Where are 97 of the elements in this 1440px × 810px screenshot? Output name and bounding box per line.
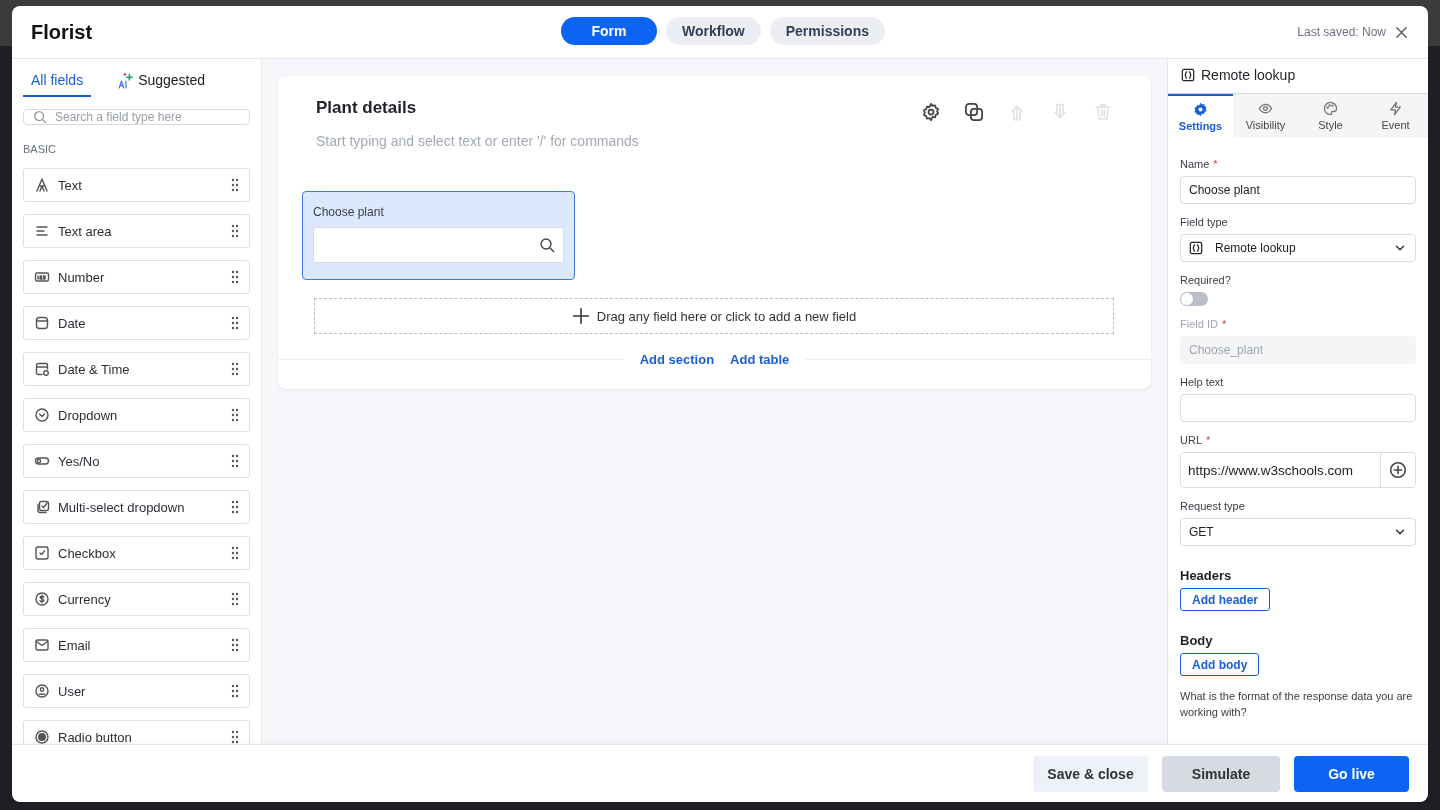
settings-icon bbox=[921, 102, 941, 122]
field-type-label: Dropdown bbox=[58, 407, 119, 423]
property-tab[interactable]: Event bbox=[1363, 94, 1428, 138]
close-icon bbox=[1394, 24, 1409, 40]
field-type-label: Checkbox bbox=[58, 545, 117, 561]
field-type-item[interactable]: Currency bbox=[23, 582, 250, 616]
field-type-label: Email bbox=[58, 637, 92, 653]
field-label: Choose plant bbox=[313, 205, 385, 219]
stacked-checkbox-icon bbox=[34, 499, 50, 515]
app-title: Florist bbox=[31, 20, 93, 44]
field-type-item[interactable]: Yes/No bbox=[23, 444, 250, 478]
envelope-icon bbox=[34, 637, 50, 653]
property-label: Request type bbox=[1180, 500, 1246, 512]
panel-title: Remote lookup bbox=[1201, 67, 1296, 83]
go-live-button[interactable]: Go live bbox=[1294, 755, 1409, 792]
required-toggle[interactable] bbox=[1180, 292, 1208, 306]
plus-icon bbox=[571, 307, 590, 325]
drop-zone[interactable]: Drag any field here or click to add a new field bbox=[314, 298, 1114, 334]
headers-heading: Headers bbox=[1180, 568, 1233, 583]
add-url-button[interactable] bbox=[1380, 453, 1415, 487]
field-type-label: Date & Time bbox=[58, 361, 131, 377]
sparkle-icon bbox=[117, 71, 136, 89]
field-type-item[interactable]: Dropdown bbox=[23, 398, 250, 432]
field-type-label: Yes/No bbox=[58, 453, 101, 469]
field-type-item[interactable]: Radio button bbox=[23, 720, 250, 744]
checkbox-icon bbox=[34, 545, 50, 561]
property-label: Help text bbox=[1180, 376, 1225, 388]
add-header-button[interactable]: Add header bbox=[1180, 588, 1270, 611]
property-label: Required? bbox=[1180, 274, 1232, 286]
add-link[interactable]: Add section bbox=[639, 352, 715, 367]
braces-icon bbox=[1181, 68, 1195, 82]
form-field-card[interactable]: Choose plant bbox=[302, 191, 575, 280]
section-title: Plant details bbox=[316, 98, 418, 118]
view-tab[interactable]: Permissions bbox=[769, 17, 885, 45]
user-circle-icon bbox=[34, 683, 50, 699]
last-saved-text: Last saved: Now bbox=[1297, 25, 1386, 39]
field-type-item[interactable]: Text area bbox=[23, 214, 250, 248]
radio-icon bbox=[34, 729, 50, 744]
lightning-icon bbox=[1388, 101, 1403, 116]
body-heading: Body bbox=[1180, 633, 1214, 648]
field-type-select[interactable]: Remote lookup bbox=[1180, 234, 1416, 262]
search-icon bbox=[539, 237, 555, 253]
property-label: Name * bbox=[1180, 158, 1219, 170]
property-label: URL * bbox=[1180, 434, 1212, 446]
field-type-item[interactable]: Email bbox=[23, 628, 250, 662]
number-icon bbox=[34, 269, 50, 285]
section-label: BASIC bbox=[23, 143, 57, 155]
drop-zone-text: Drag any field here or click to add a new field bbox=[596, 308, 857, 324]
braces-icon bbox=[1189, 241, 1203, 255]
field-type-item[interactable]: Checkbox bbox=[23, 536, 250, 570]
property-tab[interactable]: Style bbox=[1298, 94, 1363, 138]
field-type-label: Text bbox=[58, 177, 83, 193]
name-input[interactable]: Choose plant bbox=[1180, 176, 1416, 204]
field-type-label: Currency bbox=[58, 591, 112, 607]
lookup-input[interactable] bbox=[313, 227, 564, 263]
field-type-item[interactable]: Text bbox=[23, 168, 250, 202]
view-tab[interactable]: Form bbox=[561, 17, 657, 45]
request-type-select[interactable]: GET bbox=[1180, 518, 1416, 546]
eye-icon bbox=[1258, 101, 1273, 116]
plus-circle-icon bbox=[1389, 461, 1407, 479]
view-tab[interactable]: Workflow bbox=[666, 17, 761, 45]
property-label: Field type bbox=[1180, 216, 1229, 228]
add-link[interactable]: Add table bbox=[730, 352, 790, 367]
duplicate-icon bbox=[964, 102, 984, 122]
footer-button[interactable]: Save & close bbox=[1033, 755, 1148, 792]
field-type-item[interactable]: Date bbox=[23, 306, 250, 340]
field-type-item[interactable]: Number bbox=[23, 260, 250, 294]
add-body-button[interactable]: Add body bbox=[1180, 653, 1260, 676]
close-button[interactable] bbox=[1394, 24, 1409, 40]
field-type-item[interactable]: Multi-select dropdown bbox=[23, 490, 250, 524]
dollar-circle-icon bbox=[34, 591, 50, 607]
palette-icon bbox=[1323, 101, 1338, 116]
trash-icon bbox=[1093, 102, 1113, 122]
field-type-label: Radio button bbox=[58, 729, 133, 744]
palette-tab[interactable]: Suggested bbox=[109, 71, 214, 97]
palette-tab[interactable]: All fields bbox=[23, 71, 92, 97]
property-label: Field ID * bbox=[1180, 318, 1228, 330]
search-icon bbox=[33, 110, 47, 124]
field-type-label: Number bbox=[58, 269, 106, 285]
field-type-label: Date bbox=[58, 315, 87, 331]
field-type-label: Multi-select dropdown bbox=[58, 499, 186, 515]
response-format-question: What is the format of the response data you are working with? bbox=[1180, 689, 1414, 720]
help-text-input[interactable] bbox=[1180, 394, 1416, 422]
url-field[interactable]: https://www.w3schools.com bbox=[1180, 452, 1416, 488]
settings-icon bbox=[1193, 102, 1208, 117]
search-field[interactable]: Search a field type here bbox=[23, 109, 250, 125]
property-tab[interactable]: Visibility bbox=[1233, 94, 1298, 138]
field-type-label: User bbox=[58, 683, 87, 699]
letter-a-icon bbox=[34, 177, 50, 193]
field-type-item[interactable]: User bbox=[23, 674, 250, 708]
footer-button[interactable]: Simulate bbox=[1162, 755, 1280, 792]
chevron-circle-icon bbox=[34, 407, 50, 423]
field-type-item[interactable]: Date & Time bbox=[23, 352, 250, 386]
calendar-icon bbox=[34, 315, 50, 331]
field-type-label: Text area bbox=[58, 223, 113, 239]
calendar-clock-icon bbox=[34, 361, 50, 377]
text-lines-icon bbox=[34, 223, 50, 239]
